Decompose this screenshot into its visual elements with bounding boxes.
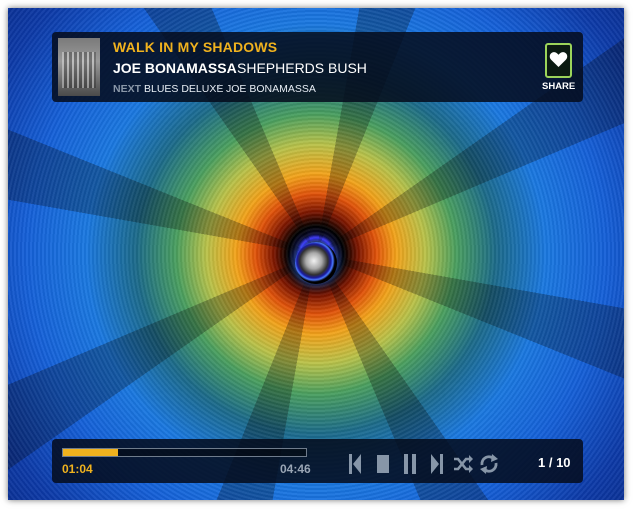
transport-panel: 01:04 04:46 1 / 10 xyxy=(52,439,583,483)
shuffle-button[interactable] xyxy=(452,453,474,475)
shuffle-icon xyxy=(454,455,473,473)
pause-icon xyxy=(404,454,416,474)
visualizer: WALK IN MY SHADOWS JOE BONAMASSA SHEPHER… xyxy=(8,8,624,500)
progress-bar[interactable] xyxy=(62,448,307,457)
stop-button[interactable] xyxy=(375,453,397,475)
stop-icon xyxy=(377,455,389,473)
repeat-button[interactable] xyxy=(478,453,500,475)
time-total: 04:46 xyxy=(280,462,311,476)
next-track-artist: JOE BONAMASSA xyxy=(226,83,316,95)
next-label: NEXT xyxy=(113,83,142,95)
skip-previous-button[interactable] xyxy=(348,453,370,475)
share-button[interactable]: SHARE xyxy=(542,43,576,97)
track-position: 1 / 10 xyxy=(538,455,571,470)
album-name: SHEPHERDS BUSH xyxy=(237,60,367,76)
share-label: SHARE xyxy=(542,81,576,92)
album-art xyxy=(58,38,100,96)
next-separator: / xyxy=(217,83,220,95)
skip-next-icon xyxy=(431,454,443,474)
visualizer-center-orb xyxy=(295,242,337,284)
album-art-image xyxy=(62,52,96,88)
progress-bar-fill xyxy=(63,449,118,456)
skip-next-button[interactable] xyxy=(430,453,452,475)
now-playing-panel: WALK IN MY SHADOWS JOE BONAMASSA SHEPHER… xyxy=(52,32,583,102)
time-elapsed: 01:04 xyxy=(62,462,93,476)
pause-button[interactable] xyxy=(402,453,424,475)
song-title: WALK IN MY SHADOWS xyxy=(113,39,278,55)
share-icon-frame xyxy=(545,43,572,78)
repeat-icon xyxy=(480,454,498,474)
heart-icon xyxy=(549,52,568,68)
skip-previous-icon xyxy=(349,454,361,474)
artist-name: JOE BONAMASSA xyxy=(113,60,237,76)
next-track-title: BLUES DELUXE xyxy=(144,83,224,95)
